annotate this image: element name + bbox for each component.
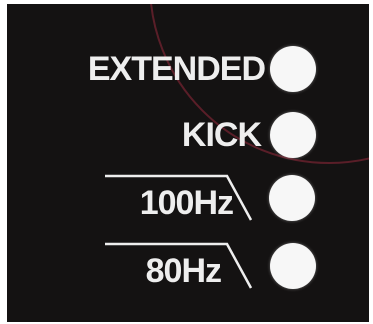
kick-label: KICK — [181, 116, 262, 154]
kick-led-button[interactable] — [270, 112, 316, 158]
80hz-row: 80Hz — [7, 238, 369, 298]
100hz-led-button[interactable] — [269, 175, 315, 221]
extended-led-button[interactable] — [270, 46, 316, 92]
extended-label: EXTENDED — [87, 50, 266, 88]
extended-row: EXTENDED — [7, 42, 369, 102]
100hz-label: 100Hz — [139, 184, 234, 222]
100hz-row: 100Hz — [7, 170, 369, 230]
kick-row: KICK — [7, 108, 369, 168]
80hz-led-button[interactable] — [270, 243, 316, 289]
control-panel: EXTENDED KICK 100Hz 80Hz — [7, 4, 369, 322]
80hz-label: 80Hz — [145, 252, 222, 290]
